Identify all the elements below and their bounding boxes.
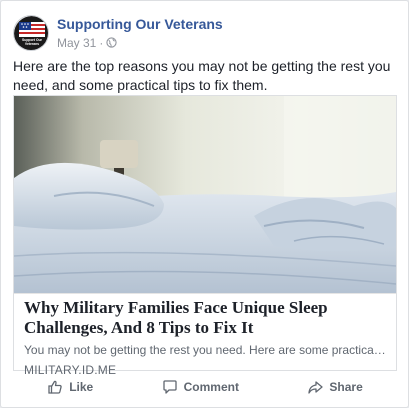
link-description: You may not be getting the rest you need… — [24, 343, 386, 357]
link-preview-image[interactable] — [14, 96, 396, 293]
share-label: Share — [329, 380, 363, 394]
post-text: Here are the top reasons you may not be … — [13, 58, 391, 93]
avatar[interactable]: Support Our Veterans — [13, 15, 49, 51]
bedroom-image — [14, 96, 396, 293]
like-label: Like — [69, 380, 94, 394]
globe-icon[interactable] — [106, 37, 117, 48]
avatar-logo-text: Support Our Veterans — [22, 38, 42, 46]
meta-separator: · — [99, 35, 104, 50]
page-info: Supporting Our Veterans May 31 · — [57, 16, 223, 51]
link-preview-body[interactable]: Why Military Families Face Unique Sleep … — [14, 293, 396, 377]
like-button[interactable]: Like — [47, 379, 93, 395]
post-card: Support Our Veterans Supporting Our Vete… — [0, 0, 409, 408]
post-date-link[interactable]: May 31 — [57, 35, 96, 51]
page-name-link[interactable]: Supporting Our Veterans — [57, 16, 223, 33]
comment-label: Comment — [183, 380, 239, 394]
comment-bubble-icon — [162, 380, 177, 394]
thumbs-up-icon — [48, 380, 62, 394]
comment-button[interactable]: Comment — [162, 379, 239, 395]
link-title[interactable]: Why Military Families Face Unique Sleep … — [24, 298, 386, 338]
share-button[interactable]: Share — [307, 379, 363, 395]
share-arrow-icon — [308, 381, 324, 394]
post-header: Support Our Veterans Supporting Our Vete… — [13, 13, 223, 53]
link-preview-card[interactable]: Why Military Families Face Unique Sleep … — [13, 95, 397, 377]
post-actions: Like Comment Share — [13, 371, 397, 403]
post-meta: May 31 · — [57, 35, 223, 51]
